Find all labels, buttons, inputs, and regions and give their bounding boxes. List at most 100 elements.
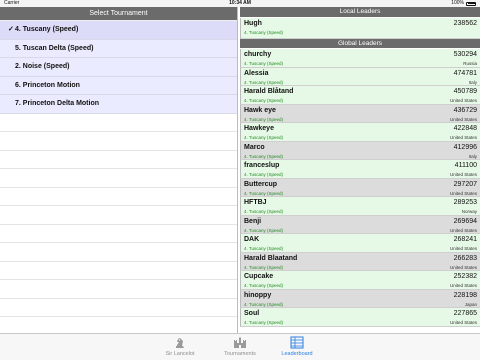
tab-leaderboard[interactable]: Leaderboard: [267, 336, 327, 357]
leader-track: 4. Tuscany (Speed): [244, 320, 284, 325]
leader-row[interactable]: Harald Blåtand 450789 4. Tuscany (Speed) Un…: [240, 86, 480, 105]
leader-score: 474781: [453, 69, 477, 77]
tab-sir-lancelot[interactable]: Sir Lancelot: [150, 336, 210, 357]
leader-name: Cupcake: [244, 273, 274, 280]
leader-name: franceslup: [244, 162, 280, 169]
leader-track: 4. Tuscany (Speed): [244, 264, 284, 270]
leader-row[interactable]: Hawk eye 436729 4. Tuscany (Speed) United S…: [240, 104, 480, 123]
leader-name: Soul: [244, 310, 260, 317]
leaderboard-icon: [290, 336, 304, 349]
leader-score: 227865: [453, 310, 477, 317]
leader-country: United States: [449, 320, 477, 325]
tournament-item[interactable]: ✓4. Tuscany (Speed): [0, 21, 237, 40]
leader-name: Marco: [244, 143, 265, 151]
tournament-item[interactable]: 2. Noise (Speed): [0, 58, 237, 77]
app-screen: Carrier 10:34 AM 100% Select Tournament …: [0, 0, 480, 360]
leader-track: 4. Tuscany (Speed): [244, 209, 284, 214]
leader-row[interactable]: Buttercup 297207 4. Tuscany (Speed) United …: [240, 178, 480, 197]
leader-score: 450789: [453, 88, 477, 95]
leader-country: United States: [449, 172, 477, 177]
castle-icon: [234, 337, 246, 348]
tournament-item[interactable]: 6. Princeton Motion: [0, 76, 237, 95]
leader-score: 436729: [453, 106, 477, 114]
leader-score: 412996: [453, 143, 477, 151]
empty-row: [0, 280, 237, 299]
leader-name: DAK: [244, 236, 260, 243]
leader-country: United States: [449, 246, 477, 251]
leader-row[interactable]: Hawkeye 422848 4. Tuscany (Speed) United St…: [240, 123, 480, 142]
leader-row[interactable]: Hugh 238562 4. Tuscany (Speed): [240, 17, 480, 39]
status-bar: Carrier 10:34 AM 100%: [0, 0, 480, 7]
battery-indicator: 100%: [451, 0, 476, 7]
leaderboard-panel: Local Leaders Hugh 238562 4. Tuscany (Spee…: [240, 7, 480, 333]
leader-track: 4. Tuscany (Speed): [244, 246, 284, 251]
leader-row[interactable]: churchy 530294 4. Tuscany (Speed) Russia: [240, 49, 480, 68]
leader-row[interactable]: Soul 227865 4. Tuscany (Speed) United State…: [240, 308, 480, 327]
leader-country: Japan: [464, 301, 477, 307]
leader-name: Hawkeye: [244, 125, 274, 132]
empty-row: [0, 188, 237, 206]
checkmark-icon: ✓: [8, 26, 14, 33]
leader-row[interactable]: DAK 268241 4. Tuscany (Speed) United States: [240, 234, 480, 253]
tab-label: Tournaments: [224, 351, 256, 357]
leader-track: 4. Tuscany (Speed): [244, 61, 284, 66]
tournament-label: 5. Tuscan Delta (Speed): [15, 44, 94, 52]
tournament-panel-header: Select Tournament: [0, 7, 237, 21]
leader-track: 4. Tuscany (Speed): [244, 116, 284, 122]
leader-row[interactable]: Harald Blaatand 266283 4. Tuscany (Speed) U…: [240, 252, 480, 271]
leader-name: Buttercup: [244, 180, 278, 188]
leader-track: 4. Tuscany (Speed): [244, 190, 284, 196]
status-time: 10:34 AM: [229, 0, 251, 6]
leader-country: Russia: [463, 61, 477, 66]
tab-label: Leaderboard: [281, 351, 313, 357]
leader-name: churchy: [244, 51, 272, 58]
leader-row[interactable]: Marco 412996 4. Tuscany (Speed) Italy: [240, 141, 480, 160]
empty-row: [0, 243, 237, 262]
leader-score: 268241: [453, 236, 477, 243]
knight-icon: [176, 338, 184, 348]
tournament-label: 6. Princeton Motion: [15, 81, 80, 89]
battery-percent: 100%: [451, 0, 464, 6]
tournament-label: 2. Noise (Speed): [15, 63, 70, 70]
tournament-label: 7. Princeton Delta Motion: [15, 100, 100, 107]
leader-name: Hugh: [244, 19, 262, 27]
leader-country: Italy: [468, 153, 477, 159]
leader-track: 4. Tuscany (Speed): [244, 301, 284, 307]
leader-country: Italy: [468, 79, 477, 85]
leader-score: 411100: [454, 162, 477, 169]
leader-track: 4. Tuscany (Speed): [244, 135, 284, 140]
leader-track: 4. Tuscany (Speed): [244, 172, 284, 177]
tournament-list-empty-area: [0, 114, 237, 336]
leader-track: 4. Tuscany (Speed): [244, 79, 284, 85]
leader-score: 422848: [453, 125, 477, 132]
tournament-label: 4. Tuscany (Speed): [15, 26, 79, 33]
leader-score: 269694: [453, 217, 477, 225]
tournament-item[interactable]: 5. Tuscan Delta (Speed): [0, 39, 237, 58]
leader-row[interactable]: HFTBJ 289253 4. Tuscany (Speed) Norway: [240, 197, 480, 216]
leader-country: Norway: [461, 209, 477, 214]
leader-score: 289253: [453, 199, 477, 206]
leader-track: 4. Tuscany (Speed): [244, 227, 284, 233]
leader-track: 4. Tuscany (Speed): [244, 98, 284, 103]
leader-name: hinoppy: [244, 291, 272, 299]
tournament-panel: Select Tournament ✓4. Tuscany (Speed) 5. …: [0, 7, 238, 336]
leader-row[interactable]: hinoppy 228198 4. Tuscany (Speed) Japan: [240, 289, 480, 308]
leader-row[interactable]: Alessia 474781 4. Tuscany (Speed) Italy: [240, 67, 480, 86]
leader-name: Hawk eye: [244, 106, 276, 114]
leader-row[interactable]: Benji 269694 4. Tuscany (Speed) United Stat…: [240, 215, 480, 234]
leader-row[interactable]: Cupcake 252382 4. Tuscany (Speed) United St…: [240, 271, 480, 290]
leader-country: United States: [449, 98, 477, 103]
local-leaders-header: Local Leaders: [240, 7, 480, 18]
leader-score: 238562: [453, 19, 477, 27]
leader-country: United States: [449, 227, 477, 233]
leader-country: United States: [449, 135, 477, 140]
leader-row[interactable]: franceslup 411100 4. Tuscany (Speed) United…: [240, 160, 480, 179]
tournament-item[interactable]: 7. Princeton Delta Motion: [0, 95, 237, 114]
tab-tournaments[interactable]: Tournaments: [210, 336, 270, 357]
global-leaders-header: Global Leaders: [240, 38, 480, 49]
leader-score: 228198: [453, 291, 477, 299]
leader-name: HFTBJ: [244, 199, 267, 206]
leader-track: 4. Tuscany (Speed): [244, 153, 284, 159]
empty-row: [0, 169, 237, 188]
tab-label: Sir Lancelot: [165, 351, 195, 357]
